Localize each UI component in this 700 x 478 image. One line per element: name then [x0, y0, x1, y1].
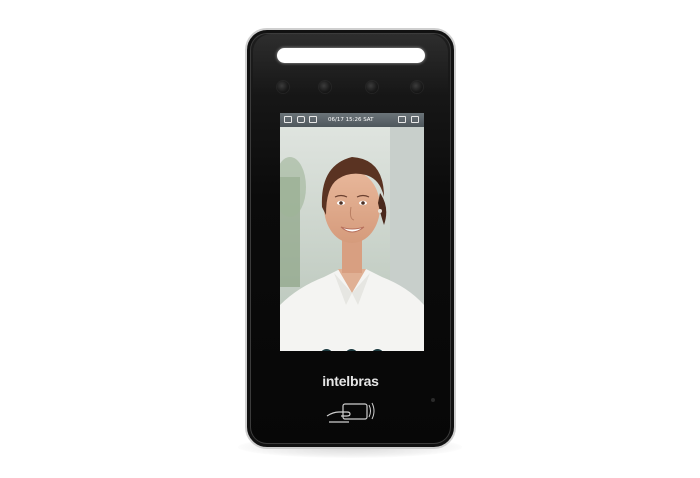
user-icon [297, 116, 305, 123]
led-light-bar [277, 48, 425, 63]
ir-sensor-right-icon [411, 81, 423, 93]
face-recognition-terminal: 06/17 15:26 SAT intelbras [245, 28, 456, 449]
camera-left-icon [319, 81, 331, 93]
contactless-card-icon[interactable] [325, 400, 375, 428]
lock-icon [309, 116, 317, 123]
card-icon [284, 116, 292, 123]
camera-right-icon [366, 81, 378, 93]
brand-logo: intelbras [322, 373, 379, 389]
status-datetime: 06/17 15:26 SAT [328, 117, 374, 123]
ir-sensor-left-icon [277, 81, 289, 93]
door-icon [398, 116, 406, 123]
indicator-light-icon [431, 398, 435, 402]
camera-preview-face [280, 127, 424, 351]
status-bar: 06/17 15:26 SAT [280, 113, 424, 127]
touch-screen[interactable]: 06/17 15:26 SAT [280, 113, 424, 351]
wifi-icon [411, 116, 419, 123]
